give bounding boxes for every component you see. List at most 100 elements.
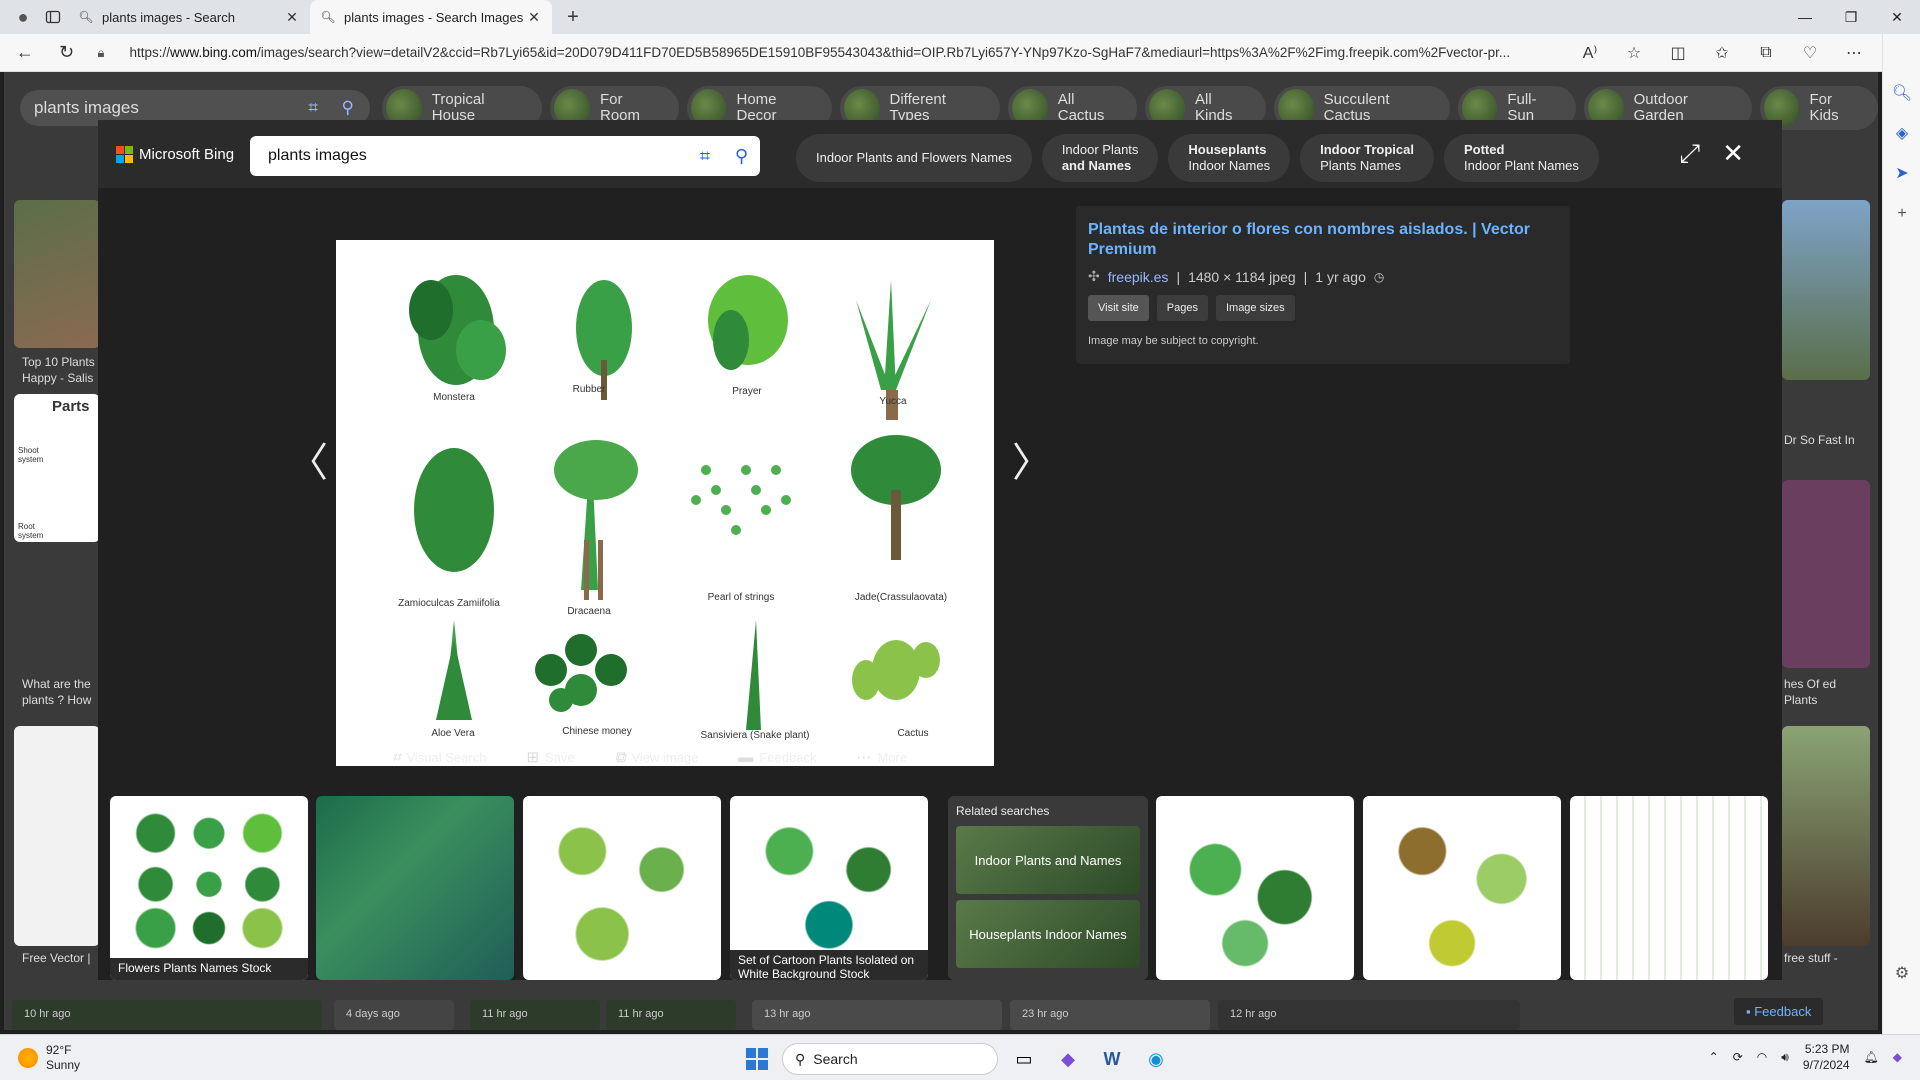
brand-text: Microsoft Bing <box>139 146 235 163</box>
sidebar-search-icon[interactable]: 🔍︎ <box>1883 74 1920 114</box>
minimize-icon[interactable]: — <box>1782 0 1828 34</box>
sidebar-shopping-icon[interactable]: ◈ <box>1883 114 1920 154</box>
notification-bell-icon[interactable]: 🔔︎ <box>1864 1050 1879 1064</box>
related-chip[interactable]: Indoor Plants and Names <box>1041 134 1159 182</box>
thumbnail[interactable] <box>316 796 514 980</box>
bing-logo[interactable]: Microsoft Bing <box>116 146 234 163</box>
word-icon[interactable]: W <box>1094 1041 1130 1077</box>
more-icon: ⋯ <box>856 749 872 766</box>
related-chip[interactable]: Indoor Plants and Flowers Names <box>796 134 1032 182</box>
visual-search-icon[interactable]: ⌗ <box>700 146 710 167</box>
tab-search-images[interactable]: 🔍︎ plants images - Search Images ✕ <box>310 0 552 34</box>
related-chip[interactable]: Indoor Tropical Plants Names <box>1300 134 1434 182</box>
visual-search-button[interactable]: ⌗ Visual Search <box>392 748 486 766</box>
bg-strip-tile[interactable]: 13 hr ago <box>752 1000 1002 1030</box>
close-icon[interactable]: ✕ <box>526 9 542 26</box>
chevron-up-icon[interactable]: ⌃ <box>1709 1050 1719 1064</box>
favorites-icon[interactable]: ✩ <box>1700 43 1744 63</box>
bg-strip-tile[interactable]: 11 hr ago <box>606 1000 736 1030</box>
bg-strip-tile[interactable]: 10 hr ago <box>12 1000 322 1030</box>
thumbnail[interactable]: Flowers Plants Names Stock <box>110 796 308 980</box>
tab-actions-icon[interactable] <box>38 2 68 32</box>
image-title-link[interactable]: Plantas de interior o flores con nombres… <box>1088 220 1558 260</box>
source-link[interactable]: freepik.es <box>1108 269 1169 285</box>
weather-widget[interactable]: 92°F Sunny <box>18 1043 80 1073</box>
close-icon[interactable]: ✕ <box>1722 138 1744 170</box>
search-icon[interactable]: ⚲ <box>342 98 354 118</box>
browser-essentials-icon[interactable]: ♡ <box>1788 43 1832 63</box>
bg-strip-tile[interactable]: 4 days ago <box>334 1000 454 1030</box>
lock-icon[interactable]: 🔒︎ <box>97 45 119 61</box>
back-button[interactable]: ← <box>8 38 42 68</box>
sync-icon[interactable]: ⟳ <box>1733 1050 1743 1064</box>
collections-icon[interactable]: ⧉ <box>1744 44 1788 62</box>
split-screen-icon[interactable]: ◫ <box>1656 43 1700 63</box>
visit-site-button[interactable]: Visit site <box>1088 295 1149 321</box>
visual-search-icon[interactable]: ⌗ <box>308 98 318 118</box>
copilot-app-icon[interactable]: ◆ <box>1050 1041 1086 1077</box>
close-window-icon[interactable]: ✕ <box>1874 0 1920 34</box>
bg-image-tile[interactable] <box>1782 480 1870 668</box>
bg-image-tile[interactable] <box>1782 726 1870 946</box>
task-view-icon[interactable]: ▭ <box>1006 1041 1042 1077</box>
related-chip[interactable]: Potted Indoor Plant Names <box>1443 134 1599 182</box>
copilot-tray-icon[interactable]: ◆ <box>1893 1050 1902 1064</box>
thumbnail[interactable] <box>1363 796 1561 980</box>
thumbnail[interactable] <box>1570 796 1768 980</box>
taskbar-search[interactable]: ⚲ Search <box>782 1043 998 1075</box>
close-icon[interactable]: ✕ <box>284 9 300 26</box>
sidebar-send-icon[interactable]: ➤ <box>1883 154 1920 194</box>
bg-caption[interactable]: free stuff - <box>1784 950 1870 966</box>
prev-arrow-icon[interactable]: 〈 <box>288 430 328 488</box>
thumbnail[interactable] <box>1156 796 1354 980</box>
feedback-icon: ▪ <box>1746 1004 1755 1019</box>
bg-strip-tile[interactable]: 12 hr ago <box>1218 1000 1520 1030</box>
read-aloud-icon[interactable]: A⁾ <box>1568 43 1612 63</box>
pages-button[interactable]: Pages <box>1156 295 1208 321</box>
wifi-icon[interactable]: ◠ <box>1757 1050 1767 1064</box>
tab-search[interactable]: 🔍︎ plants images - Search ✕ <box>68 0 310 34</box>
bg-caption[interactable]: hes Of ed Plants <box>1784 676 1870 708</box>
related-search-item[interactable]: Indoor Plants and Names <box>956 826 1140 894</box>
new-tab-button[interactable]: + <box>558 2 588 32</box>
feedback-button[interactable]: ▬ Feedback <box>738 748 816 766</box>
clock[interactable]: 5:23 PM 9/7/2024 <box>1803 1041 1850 1073</box>
related-chip[interactable]: Houseplants Indoor Names <box>1168 134 1291 182</box>
bg-strip-tile[interactable]: 11 hr ago <box>470 1000 600 1030</box>
edge-icon[interactable]: ◉ <box>1138 1041 1174 1077</box>
bg-caption[interactable]: Free Vector | <box>22 950 102 966</box>
search-icon[interactable]: ⚲ <box>735 146 748 167</box>
view-image-button[interactable]: ⧉ View image <box>615 748 699 766</box>
more-icon[interactable]: ⋯ <box>1832 43 1876 63</box>
plant-label: Sansiviera (Snake plant) <box>700 730 810 741</box>
save-button[interactable]: ⊞ Save <box>526 748 574 766</box>
refresh-button[interactable]: ↻ <box>50 38 84 68</box>
profile-icon[interactable]: ● <box>8 2 38 32</box>
bg-image-tile[interactable] <box>14 200 100 348</box>
main-image[interactable]: Monstera Rubber Prayer Yucca Zamioculcas… <box>336 240 994 766</box>
image-sizes-button[interactable]: Image sizes <box>1215 295 1295 321</box>
related-search-item[interactable]: Houseplants Indoor Names <box>956 900 1140 968</box>
bg-image-tile[interactable]: Parts Shoot system Root system <box>14 394 100 542</box>
bg-caption[interactable]: Dr So Fast In <box>1784 432 1870 448</box>
url-field[interactable]: 🔒︎ https://www.bing.com/images/search?vi… <box>97 38 1554 68</box>
address-bar: ← ↻ 🔒︎ https://www.bing.com/images/searc… <box>0 34 1920 72</box>
bg-caption[interactable]: What are the plants ? How <box>22 676 102 708</box>
thumbnail[interactable]: Set of Cartoon Plants Isolated on White … <box>730 796 928 980</box>
more-button[interactable]: ⋯ More <box>856 748 907 766</box>
start-button[interactable] <box>740 1042 774 1076</box>
next-arrow-icon[interactable]: 〉 <box>1012 430 1052 488</box>
sidebar-add-icon[interactable]: + <box>1883 194 1920 234</box>
expand-icon[interactable]: ⤢ <box>1679 138 1700 170</box>
bg-image-tile[interactable] <box>14 726 100 946</box>
restore-icon[interactable]: ❐ <box>1828 0 1874 34</box>
settings-gear-icon[interactable]: ⚙ <box>1883 954 1920 994</box>
bg-image-tile[interactable] <box>1782 200 1870 380</box>
modal-search-input[interactable]: plants images ⌗ ⚲ <box>250 136 760 176</box>
thumbnail[interactable] <box>523 796 721 980</box>
feedback-button[interactable]: ▪ Feedback <box>1734 998 1824 1025</box>
volume-icon[interactable]: 🔊︎ <box>1781 1050 1789 1065</box>
bg-caption[interactable]: Top 10 Plants Happy - Salis <box>22 354 102 386</box>
bg-strip-tile[interactable]: 23 hr ago <box>1010 1000 1210 1030</box>
favorite-star-icon[interactable]: ☆ <box>1612 43 1656 63</box>
